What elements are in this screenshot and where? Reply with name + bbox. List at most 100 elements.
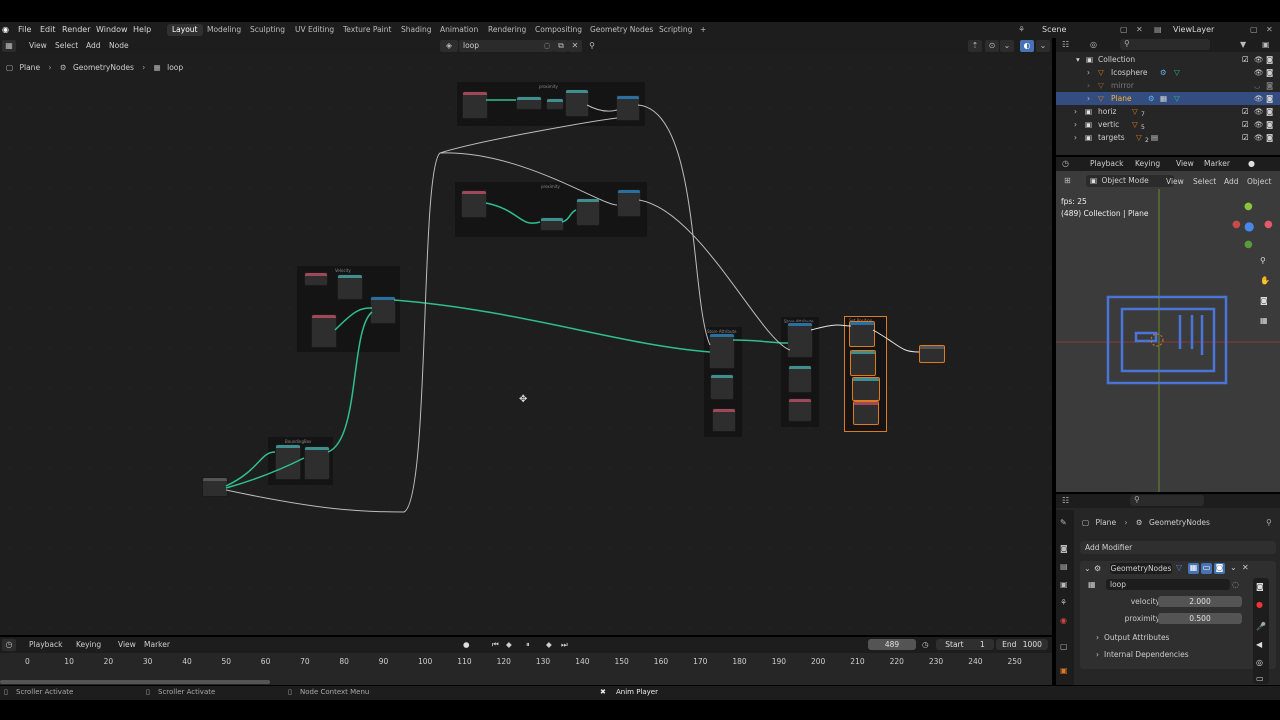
- camera-icon[interactable]: ◙: [1266, 79, 1273, 92]
- jump-end-icon[interactable]: ⏭: [561, 640, 568, 650]
- scene-tab-icon[interactable]: ⚘: [1060, 598, 1067, 607]
- outliner-row[interactable]: › ▣ horiz ▽ 7 ☑ 👁 ◙: [1056, 105, 1280, 118]
- tool-tab-icon[interactable]: ✎: [1060, 518, 1067, 527]
- record-icon[interactable]: ●: [1256, 600, 1263, 609]
- eye-icon[interactable]: 👁: [1254, 53, 1264, 66]
- jump-prev-keyframe-icon[interactable]: ◆: [506, 640, 512, 649]
- gizmo-z-icon[interactable]: ●: [1244, 219, 1254, 233]
- node-group-field[interactable]: loop: [1106, 579, 1230, 590]
- cancel-icon[interactable]: ✖: [600, 688, 606, 696]
- properties-search-input[interactable]: ⚲: [1130, 495, 1204, 506]
- menu-add[interactable]: Add: [1224, 177, 1239, 186]
- zoom-icon[interactable]: ⚲: [1260, 256, 1266, 265]
- gizmo-y-icon[interactable]: ●: [1244, 201, 1253, 212]
- velocity-field[interactable]: 2.000: [1158, 596, 1242, 607]
- delete-scene-icon[interactable]: ✕: [1136, 25, 1143, 34]
- panel-expand-icon[interactable]: ›: [1096, 650, 1099, 659]
- camera-icon[interactable]: ◙: [1266, 105, 1273, 118]
- menu-marker[interactable]: Marker: [144, 640, 170, 649]
- collection-tab-icon[interactable]: ▢: [1060, 642, 1068, 651]
- delete-view-layer-icon[interactable]: ✕: [1266, 25, 1273, 34]
- menu-view[interactable]: View: [1166, 177, 1184, 186]
- gizmo-x-icon[interactable]: ●: [1264, 219, 1273, 230]
- modifier-name-field[interactable]: GeometryNodes: [1110, 563, 1172, 574]
- menu-keying[interactable]: Keying: [76, 640, 101, 649]
- remove-modifier-icon[interactable]: ✕: [1242, 563, 1249, 572]
- eye-icon[interactable]: 👁: [1254, 92, 1264, 105]
- expand-icon[interactable]: ▾: [1076, 53, 1080, 66]
- end-frame-field[interactable]: End 1000: [996, 639, 1048, 650]
- jump-next-keyframe-icon[interactable]: ◆: [546, 640, 552, 649]
- display-mode-icon[interactable]: ◎: [1090, 40, 1097, 49]
- menu-view[interactable]: View: [118, 640, 136, 649]
- new-collection-icon[interactable]: ▣: [1262, 40, 1270, 49]
- checkbox-icon[interactable]: ☑: [1242, 118, 1249, 131]
- outliner-row[interactable]: › ▽ Icosphere ⚙ ▽ 👁 ◙: [1056, 66, 1280, 79]
- add-modifier-dropdown[interactable]: Add Modifier: [1080, 541, 1276, 554]
- menu-playback[interactable]: Playback: [1090, 159, 1123, 168]
- viewport-editor-icon[interactable]: ⊞: [1064, 176, 1071, 185]
- render-display-icon[interactable]: ◙: [1214, 563, 1225, 574]
- filter-icon[interactable]: ▼: [1240, 40, 1246, 49]
- menu-keying[interactable]: Keying: [1135, 159, 1160, 168]
- mode-dropdown[interactable]: ▣ Object Mode: [1086, 175, 1174, 187]
- camera-icon[interactable]: ◙: [1266, 118, 1273, 131]
- menu-view[interactable]: View: [1176, 159, 1194, 168]
- outliner-search-input[interactable]: ⚲: [1120, 39, 1210, 50]
- auto-keying-icon[interactable]: ●: [463, 640, 470, 649]
- view-layer-tab-icon[interactable]: ▣: [1060, 580, 1068, 589]
- expand-icon[interactable]: ›: [1074, 105, 1077, 118]
- outliner-row[interactable]: › ▣ vertic ▽ 5 ☑ 👁 ◙: [1056, 118, 1280, 131]
- edit-mode-icon[interactable]: ▽: [1176, 563, 1182, 572]
- checkbox-icon[interactable]: ☑: [1242, 131, 1249, 144]
- outliner-editor-icon[interactable]: ☷: [1062, 40, 1069, 49]
- timeline-editor-icon[interactable]: ◷: [1062, 159, 1069, 168]
- outliner-row[interactable]: › ▽ mirror ◡ ◙: [1056, 79, 1280, 92]
- camera-icon[interactable]: ◙: [1266, 92, 1273, 105]
- object-tab-icon[interactable]: ▣: [1060, 666, 1068, 675]
- gizmo-neg-x-icon[interactable]: ●: [1232, 219, 1241, 230]
- camera-icon[interactable]: ◙: [1266, 66, 1273, 79]
- fake-user-icon[interactable]: ◌: [1232, 580, 1239, 589]
- navigation-gizmo[interactable]: ● ● ● ● ●: [1232, 201, 1274, 251]
- render-tab-icon[interactable]: ◙: [1060, 544, 1068, 553]
- eye-icon[interactable]: 👁: [1254, 118, 1264, 131]
- timeline-editor-icon[interactable]: ◷: [2, 639, 16, 651]
- camera-icon[interactable]: ◙: [1256, 582, 1264, 591]
- modifier-menu-icon[interactable]: ⌄: [1230, 563, 1237, 572]
- expand-icon[interactable]: ›: [1087, 92, 1090, 105]
- expand-icon[interactable]: ›: [1087, 66, 1090, 79]
- gizmo-neg-y-icon[interactable]: ●: [1244, 239, 1253, 250]
- world-tab-icon[interactable]: ◉: [1060, 616, 1067, 625]
- output-tab-icon[interactable]: ▤: [1060, 562, 1068, 571]
- node-tree-icon[interactable]: ▦: [1088, 580, 1096, 589]
- new-scene-icon[interactable]: ▢: [1120, 25, 1128, 34]
- microphone-icon[interactable]: 🎤: [1256, 622, 1266, 631]
- horizontal-scrollbar[interactable]: [0, 680, 270, 684]
- viewport-3d[interactable]: ◷ Playback Keying View Marker ● ⊞ ▣ Obje…: [1056, 157, 1280, 492]
- eye-icon[interactable]: 👁: [1254, 105, 1264, 118]
- menu-select[interactable]: Select: [1193, 177, 1216, 186]
- eye-icon[interactable]: 👁: [1254, 131, 1264, 144]
- outliner-row[interactable]: › ▣ targets ▽ 2 ▤ ☑ 👁 ◙: [1056, 131, 1280, 144]
- checkbox-icon[interactable]: ☑: [1242, 105, 1249, 118]
- internal-dependencies-panel[interactable]: Internal Dependencies: [1104, 650, 1189, 659]
- start-frame-field[interactable]: Start 1: [936, 639, 994, 650]
- proximity-field[interactable]: 0.500: [1158, 613, 1242, 624]
- webcam-icon[interactable]: ◎: [1256, 658, 1263, 667]
- eye-closed-icon[interactable]: ◡: [1254, 79, 1261, 92]
- record-icon[interactable]: ●: [1248, 159, 1255, 168]
- expand-icon[interactable]: ›: [1074, 118, 1077, 131]
- menu-marker[interactable]: Marker: [1204, 159, 1230, 168]
- expand-icon[interactable]: ›: [1087, 79, 1090, 92]
- menu-playback[interactable]: Playback: [29, 640, 62, 649]
- view-layer-name[interactable]: ViewLayer: [1173, 25, 1214, 34]
- camera-icon[interactable]: ◙: [1266, 131, 1273, 144]
- menu-object[interactable]: Object: [1247, 177, 1271, 186]
- screen-icon[interactable]: ▭: [1256, 674, 1264, 683]
- jump-start-icon[interactable]: ⏮: [492, 640, 499, 650]
- panel-expand-icon[interactable]: ›: [1096, 633, 1099, 642]
- audio-icon[interactable]: ◀: [1256, 640, 1262, 649]
- camera-icon[interactable]: ◙: [1266, 53, 1273, 66]
- expand-icon[interactable]: ›: [1074, 131, 1077, 144]
